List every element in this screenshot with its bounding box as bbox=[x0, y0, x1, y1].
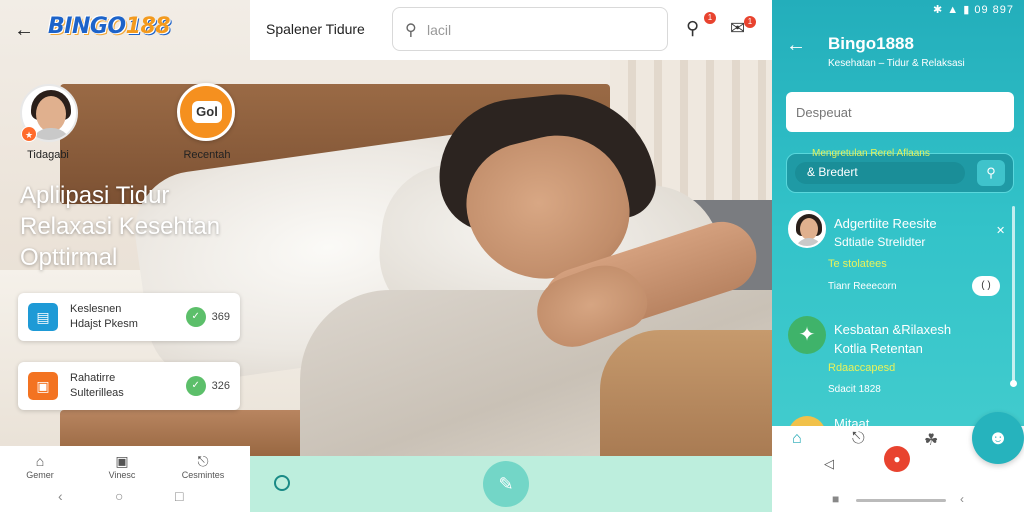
close-icon[interactable]: ✕ bbox=[996, 224, 1005, 237]
search-button-icon[interactable]: ⚲ bbox=[686, 18, 699, 39]
hero-line: Opttirmal bbox=[20, 244, 118, 271]
bell-icon: ⎋ bbox=[197, 453, 209, 469]
scrollbar[interactable] bbox=[1012, 206, 1015, 386]
bed-icon: ▤ bbox=[28, 303, 58, 331]
brand-icon-text: Gol bbox=[192, 101, 222, 123]
puzzle-icon[interactable]: ☘ bbox=[924, 430, 938, 450]
status-bar: ✱ ▲ ▮ 09 897 bbox=[772, 0, 1024, 22]
card-title: Rahatirre bbox=[70, 372, 116, 384]
item-subtitle: Sdtiatie Strelidter bbox=[834, 235, 926, 249]
search-submit-icon[interactable]: ⚲ bbox=[977, 160, 1005, 186]
scrollbar-thumb[interactable] bbox=[1010, 380, 1017, 387]
home-handle[interactable] bbox=[856, 499, 946, 502]
chat-icon[interactable]: ✉ bbox=[730, 18, 745, 39]
system-recents-icon[interactable]: □ bbox=[175, 488, 183, 504]
status-time: 09 897 bbox=[974, 4, 1014, 16]
logo-number: 188 bbox=[125, 14, 171, 39]
leaf-icon: ✓ bbox=[185, 376, 206, 396]
twitter-icon: ✦ bbox=[788, 316, 826, 354]
app-title: Spalener Tidure bbox=[266, 21, 365, 37]
top-app-bar: Spalener Tidure ⚲ ⚲ 1 ✉ 1 bbox=[250, 0, 772, 60]
card-stat-value: 326 bbox=[211, 380, 230, 392]
home-icon: ⌂ bbox=[35, 453, 45, 469]
search-box[interactable]: ⚲ bbox=[392, 7, 668, 51]
card-stat: ✓ 326 bbox=[185, 376, 230, 396]
message-badge: 1 bbox=[744, 16, 756, 28]
search-text: & Bredert bbox=[807, 165, 858, 179]
system-square-icon[interactable]: ■ bbox=[832, 492, 839, 506]
toggle-switch[interactable]: ( ) bbox=[972, 276, 1000, 296]
center-bottom-bar: ✎ bbox=[250, 456, 772, 512]
profile-label: Tidagabi bbox=[27, 149, 69, 161]
leaf-icon: ✓ bbox=[185, 307, 206, 327]
back-triangle-icon[interactable]: ◁ bbox=[824, 456, 834, 472]
card-title: Keslesnen bbox=[70, 303, 122, 315]
right-app-subtitle: Kesehatan – Tidur & Relaksasi bbox=[828, 58, 965, 69]
brand-logo[interactable]: BINGO188 bbox=[48, 14, 171, 39]
nav-item-alerts[interactable]: ⎋ Cesmintes bbox=[173, 452, 233, 480]
blanket-tan bbox=[600, 330, 772, 460]
logo-text: BINGO bbox=[48, 14, 126, 39]
text-input[interactable] bbox=[786, 92, 1014, 132]
card-stat-value: 369 bbox=[211, 311, 230, 323]
system-back-icon[interactable]: ‹ bbox=[58, 488, 63, 504]
feature-card[interactable]: ▤ Keslesnen Hdajst Pkesm ✓ 369 bbox=[18, 293, 240, 341]
item-subtitle: Kotlia Retentan bbox=[834, 341, 923, 356]
nav-label: Gemer bbox=[26, 470, 54, 480]
list-item[interactable]: ✦ Kesbatan &Rilaxesh Kotlia Retentan Rda… bbox=[772, 316, 1012, 400]
left-bottom-nav: ⌂ Gemer ▣ Vinesc ⎋ Cesmintes ‹ ○ □ bbox=[0, 446, 250, 512]
back-arrow-icon[interactable]: ← bbox=[14, 19, 36, 41]
record-button[interactable]: ● bbox=[884, 446, 910, 472]
card-subtitle: Hdajst Pkesm bbox=[70, 318, 138, 330]
system-home-icon[interactable]: ○ bbox=[115, 488, 123, 504]
nav-label: Vinesc bbox=[108, 470, 136, 480]
video-icon: ▣ bbox=[115, 453, 129, 469]
card-text: Keslesnen Hdajst Pkesm bbox=[70, 302, 138, 332]
item-title: Mitaat bbox=[834, 416, 870, 426]
record-icon[interactable] bbox=[274, 475, 290, 491]
list-item[interactable]: Adgertiite Reesite Sdtiatie Strelidter T… bbox=[772, 210, 1012, 300]
avatar bbox=[788, 210, 826, 248]
nav-label: Cesmintes bbox=[181, 470, 225, 480]
item-tag: Te stolatees bbox=[828, 258, 887, 270]
card-stat: ✓ 369 bbox=[185, 307, 230, 327]
home-icon[interactable]: ⌂ bbox=[792, 430, 802, 448]
hero-line: Relaxasi Kesehtan bbox=[20, 213, 221, 240]
compose-button[interactable]: ✎ bbox=[483, 461, 529, 507]
back-arrow-icon[interactable]: ← bbox=[786, 34, 806, 57]
avatar-face bbox=[36, 96, 66, 132]
status-icons: ✱ ▲ ▮ 09 897 bbox=[933, 4, 1014, 16]
search-bar[interactable]: & Bredert ⚲ bbox=[786, 153, 1014, 193]
nav-item-home[interactable]: ⌂ Gemer bbox=[10, 452, 70, 480]
hero-title: Apliipasi Tidur Relaxasi Kesehtan Opttir… bbox=[20, 180, 250, 273]
search-input[interactable] bbox=[427, 20, 647, 40]
bell-icon[interactable]: ⎋ bbox=[852, 430, 865, 448]
item-meta: Sdacit 1828 bbox=[828, 384, 881, 395]
search-icon: ⚲ bbox=[405, 22, 417, 39]
item-title: Kesbatan &Rilaxesh bbox=[834, 322, 952, 337]
item-tag: Rdaaccapesd bbox=[828, 362, 896, 374]
item-meta: Tianr Reeecorn bbox=[828, 281, 897, 292]
battery-icon: ▣ bbox=[28, 372, 58, 400]
avatar-badge-icon: ★ bbox=[21, 126, 37, 142]
hero-line: Apliipasi Tidur bbox=[20, 182, 170, 209]
item-title: Adgertiite Reesite bbox=[834, 216, 937, 231]
brand-app-button[interactable]: Gol bbox=[177, 83, 235, 141]
brand-label: Recentah bbox=[183, 149, 231, 161]
profile-fab-button[interactable]: ☻ bbox=[972, 412, 1024, 464]
right-app-title: Bingo1888 bbox=[828, 34, 914, 53]
notification-badge: 1 bbox=[704, 12, 716, 24]
feature-card[interactable]: ▣ Rahatirre Sulterilleas ✓ 326 bbox=[18, 362, 240, 410]
left-app-panel: ← BINGO188 ★ Tidagabi Gol Recentah Aplii… bbox=[0, 0, 250, 512]
system-back-icon[interactable]: ‹ bbox=[960, 492, 964, 506]
nav-item-video[interactable]: ▣ Vinesc bbox=[92, 452, 152, 480]
avatar bbox=[788, 416, 826, 426]
card-subtitle: Sulterilleas bbox=[70, 387, 124, 399]
search-field-label: Mengretulan Rerel Aflaans bbox=[812, 148, 930, 159]
card-text: Rahatirre Sulterilleas bbox=[70, 371, 124, 401]
